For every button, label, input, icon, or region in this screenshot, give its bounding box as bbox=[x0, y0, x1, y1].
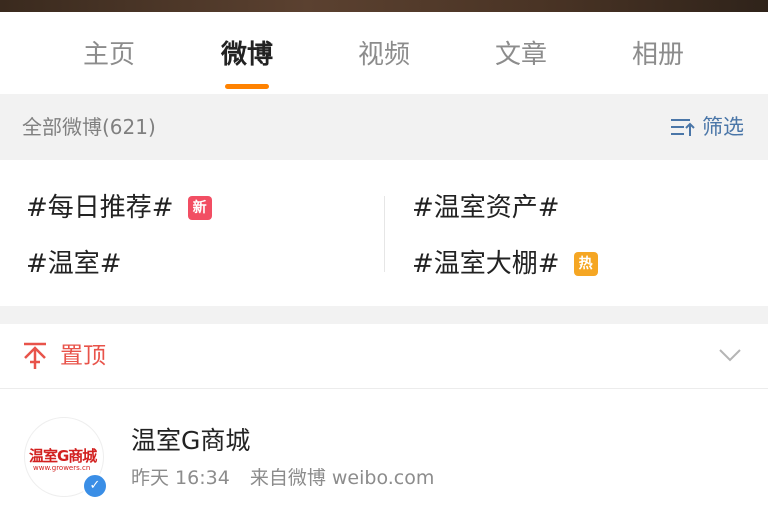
header-banner-strip bbox=[0, 0, 768, 12]
hot-badge: 热 bbox=[573, 252, 598, 276]
author-name[interactable]: 温室G商城 bbox=[131, 421, 250, 457]
tab-album[interactable]: 相册 bbox=[598, 12, 718, 94]
topic-label: #每日推荐# bbox=[26, 193, 174, 223]
filter-bar: 全部微博(621) 筛选 bbox=[0, 94, 768, 160]
topic-divider bbox=[384, 196, 385, 272]
filter-button[interactable]: 筛选 bbox=[670, 94, 744, 160]
topic-daily-recommend[interactable]: #每日推荐# 新 bbox=[26, 188, 212, 228]
filter-icon bbox=[671, 119, 695, 136]
avatar-logo-url: www.growers.cn bbox=[33, 464, 91, 472]
tab-articles[interactable]: 文章 bbox=[461, 12, 581, 94]
tab-home[interactable]: 主页 bbox=[49, 12, 169, 94]
topic-greenhouse-assets[interactable]: #温室资产# bbox=[412, 188, 560, 228]
new-badge: 新 bbox=[187, 196, 212, 220]
avatar-logo-text: 温室G商城 bbox=[29, 447, 97, 465]
topic-label: #温室# bbox=[26, 249, 122, 279]
post-meta: 昨天 16:34 来自微博 weibo.com bbox=[131, 463, 448, 490]
pin-top-icon bbox=[24, 342, 46, 369]
topic-label: #温室资产# bbox=[412, 193, 560, 223]
post-time: 昨天 16:34 bbox=[131, 467, 230, 489]
chevron-down-icon[interactable] bbox=[718, 348, 742, 362]
tab-weibo[interactable]: 微博 bbox=[187, 12, 307, 94]
active-tab-indicator bbox=[225, 84, 269, 89]
verified-badge-icon: ✓ bbox=[82, 473, 108, 499]
post-count-label: 全部微博(621) bbox=[22, 115, 156, 139]
profile-tab-bar: 主页 微博 视频 文章 相册 bbox=[0, 12, 768, 94]
tab-video[interactable]: 视频 bbox=[324, 12, 444, 94]
pinned-label: 置顶 bbox=[60, 343, 106, 369]
filter-label: 筛选 bbox=[702, 115, 744, 139]
post-source: 来自微博 weibo.com bbox=[249, 467, 435, 489]
post-card: 温室G商城 www.growers.cn ✓ 温室G商城 昨天 16:34 来自… bbox=[0, 389, 768, 510]
topic-greenhouse-shed[interactable]: #温室大棚# 热 bbox=[412, 244, 598, 284]
pinned-post-header[interactable]: 置顶 bbox=[0, 324, 768, 389]
topic-label: #温室大棚# bbox=[412, 249, 560, 279]
topic-grid: #每日推荐# 新 #温室资产# #温室# #温室大棚# 热 bbox=[0, 160, 768, 306]
topic-greenhouse[interactable]: #温室# bbox=[26, 244, 122, 284]
section-gap bbox=[0, 306, 768, 324]
